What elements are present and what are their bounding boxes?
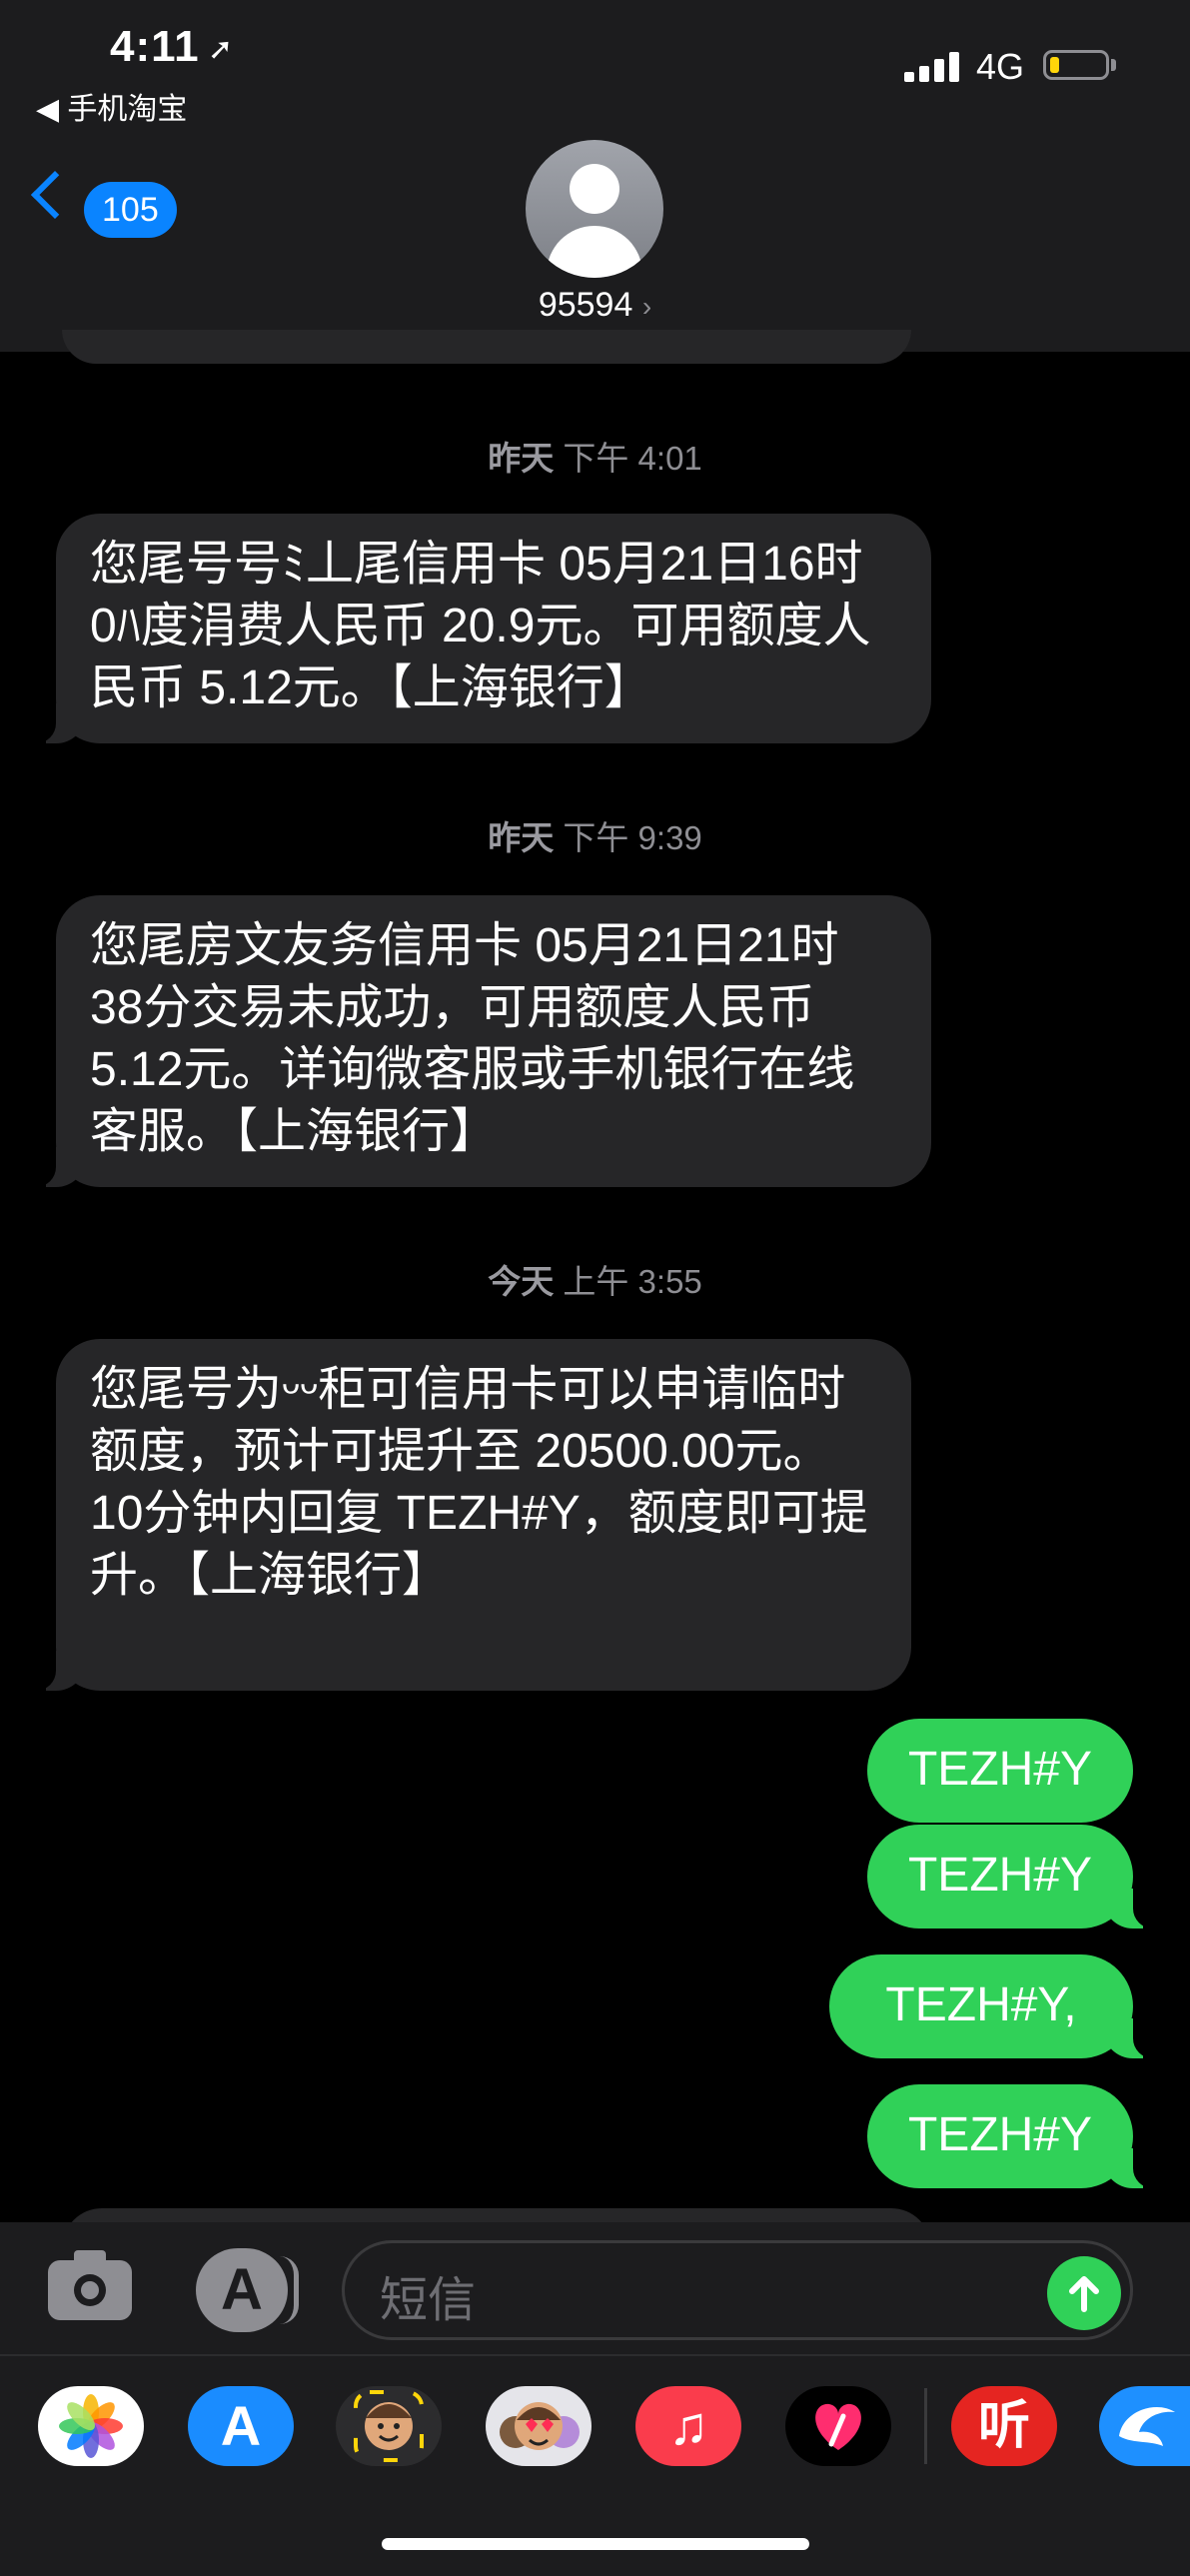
back-to-app-link[interactable]: ◀ 手机淘宝 [36,84,187,128]
incoming-message-bubble[interactable]: 您尾房文友务信用卡 05月21日21时 38分交易未成功，可用额度人民币 5.1… [30,895,931,1187]
signal-bars-icon [904,52,964,82]
outgoing-message-bubble[interactable]: TEZH#Y [867,2084,1159,2188]
contact-name[interactable]: 95594 › [0,286,1190,325]
outgoing-message-bubble[interactable]: TEZH#Y [867,1719,1133,1823]
app-store-icon[interactable]: A [188,2386,294,2466]
incoming-message-bubble[interactable]: 您尾号号ﾐ丄尾信用卡 05月21日16时 0ﾊ度涓费人民币 20.9元。可用额度… [30,514,931,743]
location-arrow-icon: ➚ [208,33,234,66]
message-text: 您尾号为ᵕᵕ秬可信用卡可以申请临时额度，预计可提升至 20500.00元。10分… [90,1363,868,1602]
outgoing-message-bubble[interactable]: TEZH#Y, [829,1954,1159,2058]
network-type: 4G [976,46,1025,87]
message-text: 您尾房文友务信用卡 05月21日21时 38分交易未成功，可用额度人民币 5.1… [90,919,855,1158]
tray-divider [924,2388,927,2464]
home-indicator[interactable] [382,2538,809,2550]
battery-icon [1043,50,1109,80]
arrow-up-icon [1069,2276,1099,2312]
incoming-message-bubble[interactable]: 您尾号为ᵕᵕ秬可信用卡可以申请临时额度，预计可提升至 20500.00元。10分… [30,1339,911,1691]
outgoing-message-bubble[interactable]: TEZH#Y [867,1825,1159,1929]
memoji-icon[interactable] [336,2386,442,2466]
ting-icon[interactable]: 听 [951,2386,1057,2466]
app-store-icon[interactable]: A [196,2248,288,2332]
apps-toggle-ring [280,2256,299,2324]
contact-avatar[interactable] [526,140,663,278]
photos-icon[interactable] [38,2386,144,2466]
unread-count-badge[interactable]: 105 [84,182,177,238]
music-icon[interactable]: ♫ [635,2386,741,2466]
camera-icon[interactable] [48,2250,132,2320]
dolphin-app-icon[interactable] [1099,2386,1190,2466]
message-input-placeholder: 短信 [380,2274,477,2327]
message-timestamp: 今天 上午 3:55 [488,1263,702,1300]
message-timestamp: 昨天 下午 4:01 [488,440,702,477]
send-button[interactable] [1047,2256,1121,2330]
chevron-right-icon: › [641,291,652,322]
message-timestamp: 昨天 下午 9:39 [488,819,702,856]
digital-touch-icon[interactable] [785,2386,891,2466]
battery-tip [1111,59,1116,71]
message-text: 您尾号号ﾐ丄尾信用卡 05月21日16时 0ﾊ度涓费人民币 20.9元。可用额度… [90,538,871,714]
status-time: 4:11 [110,22,200,71]
previous-message-edge [62,330,911,364]
animoji-icon[interactable] [486,2386,592,2466]
